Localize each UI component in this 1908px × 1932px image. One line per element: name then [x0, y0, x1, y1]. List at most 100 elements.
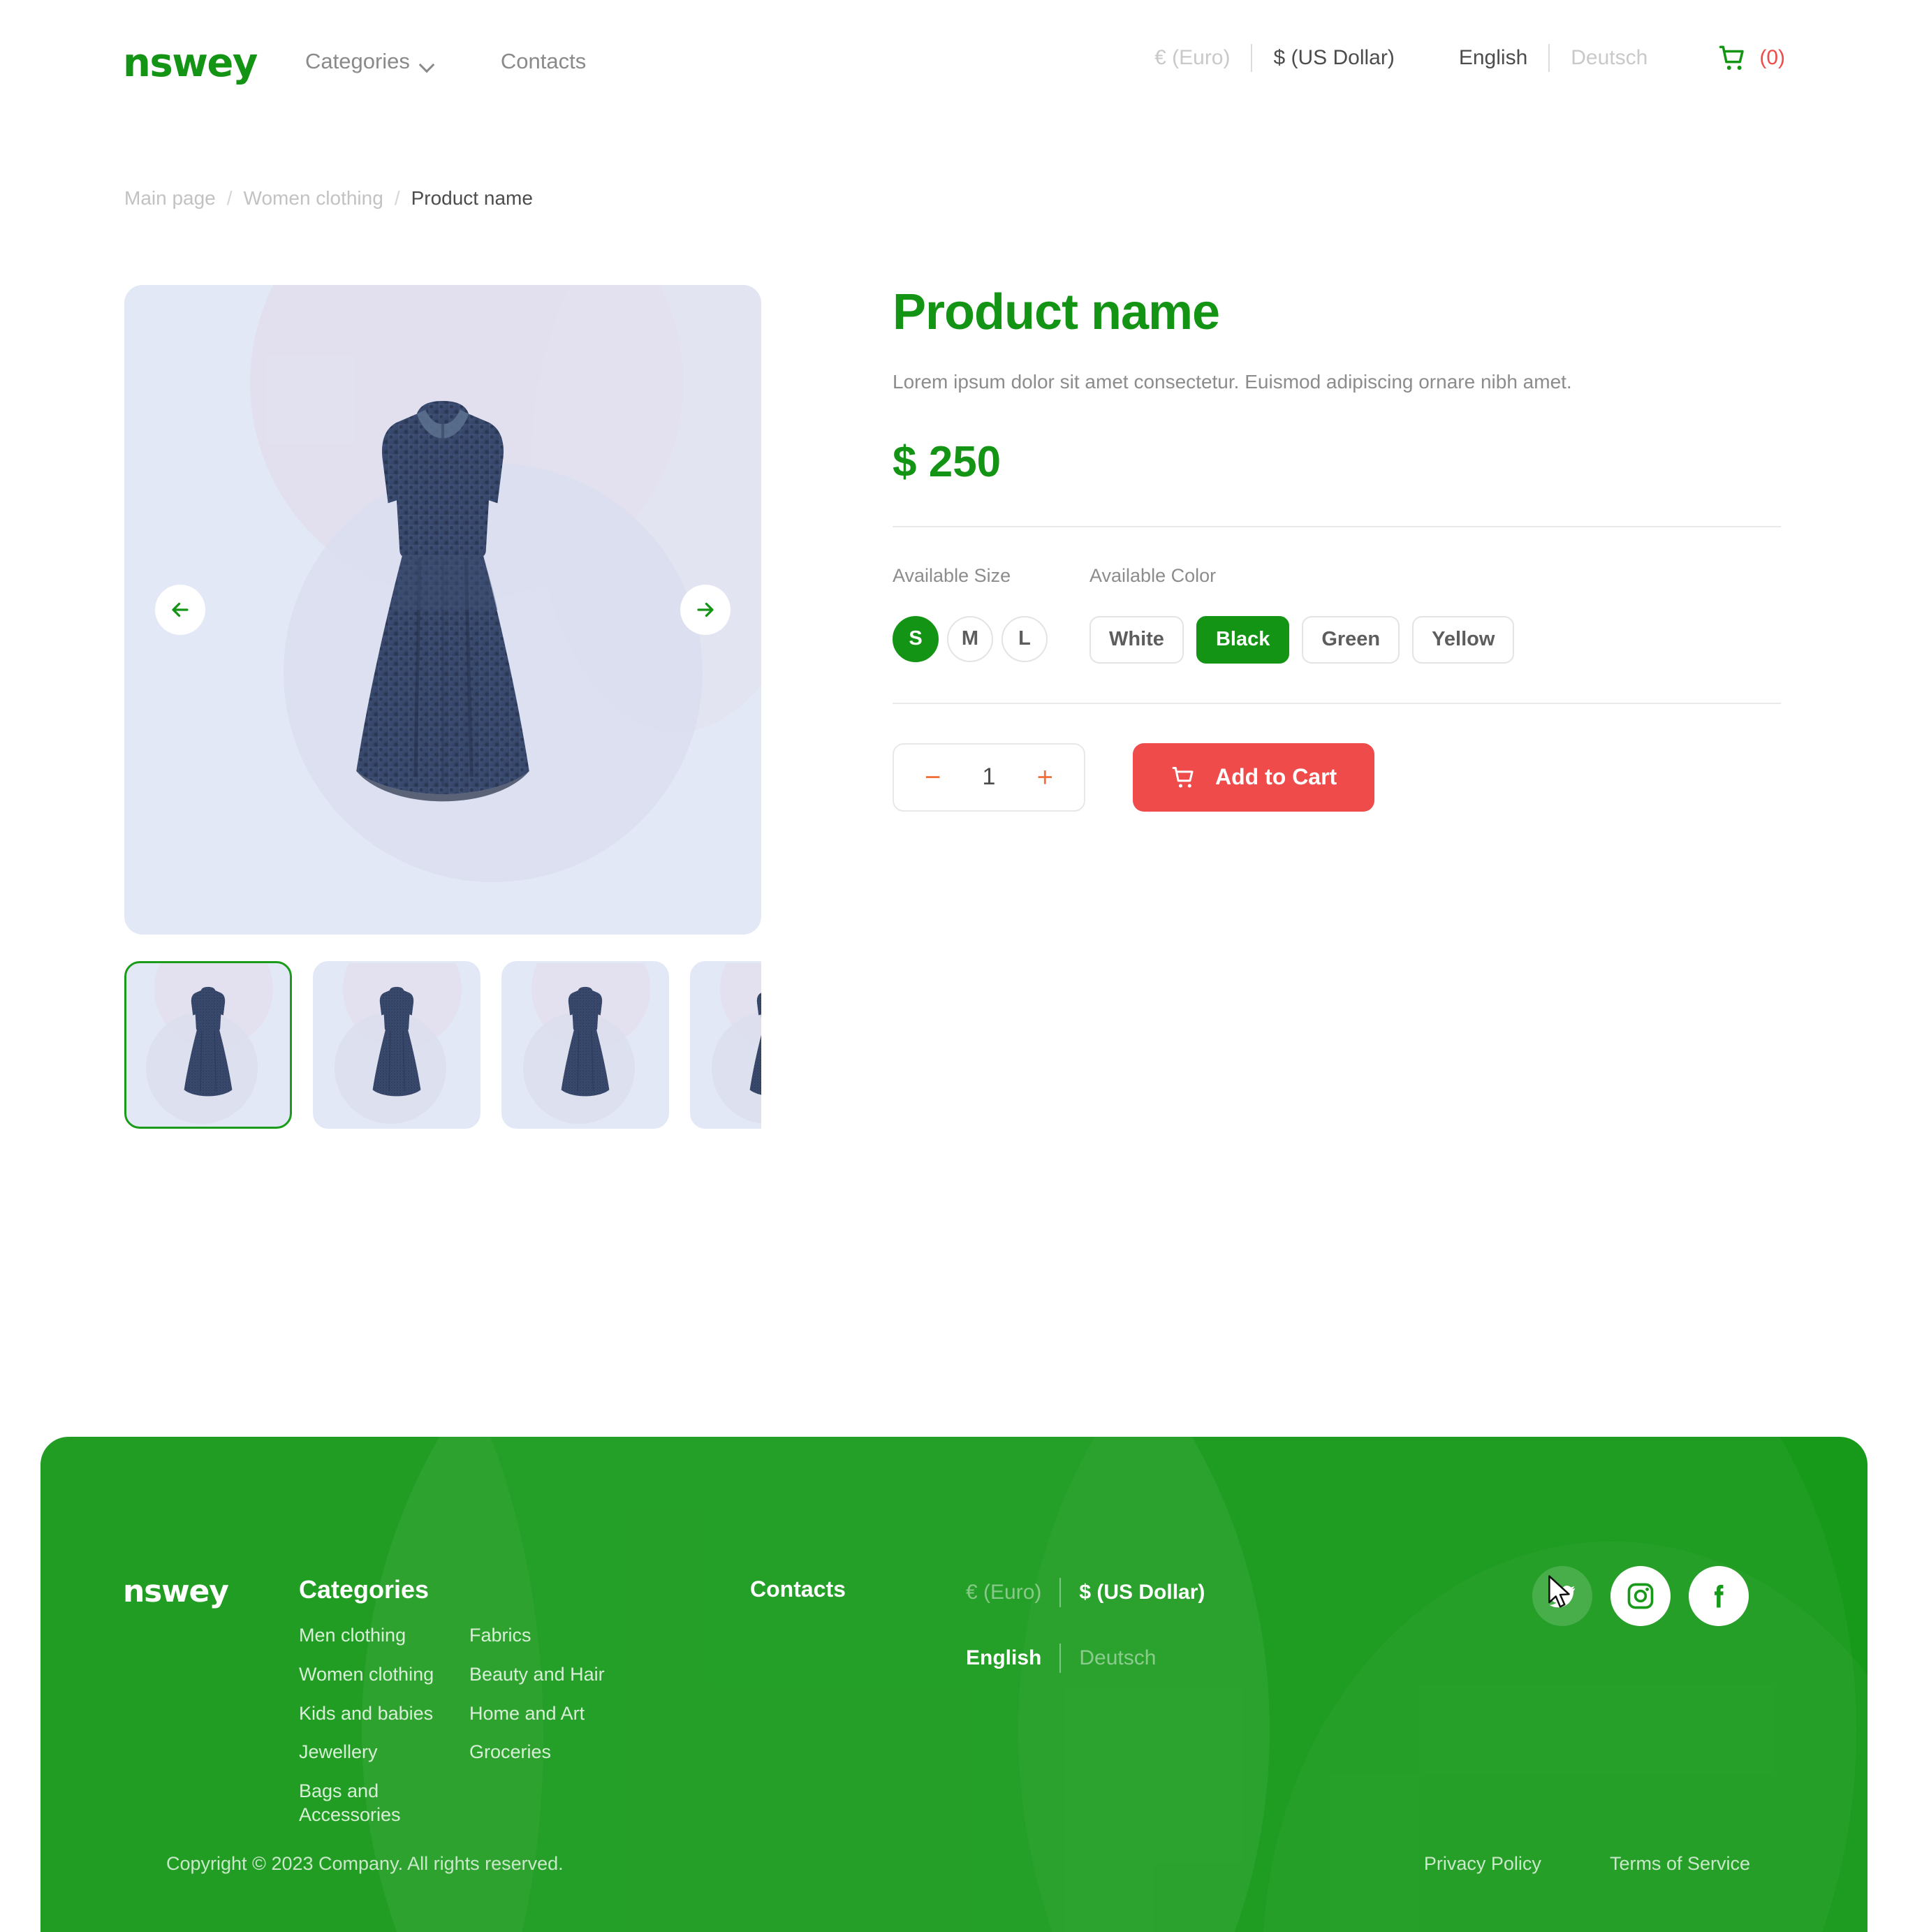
footer-currency-switcher: € (Euro) $ (US Dollar)	[966, 1578, 1205, 1607]
footer-language-option-deutsch[interactable]: Deutsch	[1079, 1646, 1156, 1670]
footer-language-option-english[interactable]: English	[966, 1646, 1041, 1670]
chevron-down-icon	[420, 59, 434, 67]
footer-link-terms-of-service[interactable]: Terms of Service	[1610, 1853, 1750, 1875]
footer-language-switcher: English Deutsch	[966, 1644, 1156, 1673]
gallery-prev-button[interactable]	[155, 585, 205, 635]
nav-item-categories-label: Categories	[305, 49, 410, 73]
color-chip-yellow[interactable]: Yellow	[1412, 615, 1515, 664]
footer-link-groceries[interactable]: Groceries	[469, 1741, 605, 1764]
instagram-icon	[1627, 1583, 1654, 1609]
footer-categories-column-1: Men clothing Women clothing Kids and bab…	[299, 1624, 469, 1827]
thumbnail-item[interactable]	[313, 961, 480, 1129]
thumbnail-item[interactable]	[501, 961, 669, 1129]
divider	[1059, 1644, 1062, 1673]
footer-link-kids-and-babies[interactable]: Kids and babies	[299, 1702, 446, 1726]
currency-switcher: € (Euro) $ (US Dollar)	[1154, 44, 1395, 72]
cart-button[interactable]: (0)	[1717, 43, 1785, 73]
color-selector: Available Color White Black Green Yellow	[1089, 565, 1527, 664]
footer-link-men-clothing[interactable]: Men clothing	[299, 1624, 446, 1648]
facebook-icon	[1714, 1585, 1724, 1608]
size-chip-s[interactable]: S	[893, 615, 939, 662]
size-chip-l[interactable]: L	[1001, 615, 1048, 662]
site-header: nswey Categories Contacts € (Euro) $ (US…	[0, 0, 1908, 130]
nav-item-categories[interactable]: Categories	[305, 49, 434, 74]
footer-link-jewellery[interactable]: Jewellery	[299, 1741, 446, 1764]
footer-content: nswey Categories Men clothing Women clot…	[41, 1437, 1867, 1932]
footer-currency-option-euro[interactable]: € (Euro)	[966, 1581, 1041, 1604]
breadcrumb-item-product-name: Product name	[411, 187, 533, 209]
social-twitter-button[interactable]	[1532, 1566, 1592, 1626]
add-to-cart-label: Add to Cart	[1215, 764, 1337, 790]
footer-currency-option-usd[interactable]: $ (US Dollar)	[1079, 1581, 1205, 1604]
language-switcher: English Deutsch	[1459, 44, 1648, 72]
color-chip-white[interactable]: White	[1089, 615, 1184, 664]
nav-item-contacts[interactable]: Contacts	[501, 49, 586, 74]
currency-option-euro[interactable]: € (Euro)	[1154, 46, 1230, 70]
purchase-controls: − 1 + Add to Cart	[893, 742, 1785, 812]
gallery-next-button[interactable]	[680, 585, 731, 635]
footer-link-contacts[interactable]: Contacts	[750, 1576, 846, 1602]
language-option-english[interactable]: English	[1459, 46, 1527, 70]
quantity-decrement-button[interactable]: −	[925, 763, 941, 791]
breadcrumb: Main page / Women clothing / Product nam…	[124, 187, 533, 210]
thumbnail-item[interactable]	[690, 961, 761, 1129]
footer-link-fabrics[interactable]: Fabrics	[469, 1624, 605, 1648]
footer-link-bags-and-accessories[interactable]: Bags and Accessories	[299, 1780, 446, 1827]
footer-logo[interactable]: nswey	[123, 1574, 229, 1609]
thumbnail-dress-image	[561, 986, 610, 1097]
footer-link-women-clothing[interactable]: Women clothing	[299, 1663, 446, 1687]
color-chips: White Black Green Yellow	[1089, 615, 1527, 664]
language-option-deutsch[interactable]: Deutsch	[1571, 46, 1648, 70]
size-chips: S M L	[893, 615, 1089, 662]
twitter-icon	[1549, 1586, 1576, 1608]
divider	[893, 702, 1781, 704]
social-facebook-button[interactable]	[1689, 1566, 1749, 1626]
product-main-image[interactable]	[124, 285, 761, 935]
divider	[893, 525, 1781, 527]
divider	[1059, 1578, 1062, 1607]
size-selector: Available Size S M L	[893, 565, 1089, 664]
currency-option-usd[interactable]: $ (US Dollar)	[1273, 46, 1394, 70]
cart-count: (0)	[1759, 46, 1785, 69]
add-to-cart-button[interactable]: Add to Cart	[1133, 742, 1375, 812]
product-options: Available Size S M L Available Color Whi…	[893, 565, 1785, 664]
product-description: Lorem ipsum dolor sit amet consectetur. …	[893, 371, 1572, 393]
arrow-right-icon	[697, 602, 714, 617]
footer-categories-column-2: Fabrics Beauty and Hair Home and Art Gro…	[469, 1624, 605, 1827]
breadcrumb-item-women-clothing[interactable]: Women clothing	[244, 187, 383, 210]
product-price: $ 250	[893, 437, 1001, 486]
thumbnail-dress-image	[372, 986, 421, 1097]
social-links	[1532, 1566, 1749, 1626]
quantity-value: 1	[982, 763, 996, 791]
thumbnail-item[interactable]	[124, 961, 292, 1129]
size-chip-m[interactable]: M	[947, 615, 993, 662]
footer-link-beauty-and-hair[interactable]: Beauty and Hair	[469, 1663, 605, 1687]
nav-item-contacts-label: Contacts	[500, 49, 587, 73]
color-chip-black[interactable]: Black	[1196, 615, 1290, 664]
footer-categories: Men clothing Women clothing Kids and bab…	[299, 1624, 605, 1827]
social-instagram-button[interactable]	[1610, 1566, 1671, 1626]
site-footer: nswey Categories Men clothing Women clot…	[41, 1437, 1867, 1932]
quantity-increment-button[interactable]: +	[1037, 763, 1053, 791]
thumbnail-dress-image	[749, 993, 761, 1095]
breadcrumb-item-main-page[interactable]: Main page	[124, 187, 216, 210]
product-gallery	[124, 285, 761, 1129]
arrow-left-icon	[172, 602, 189, 617]
footer-categories-heading: Categories	[299, 1575, 430, 1604]
divider	[1548, 44, 1550, 72]
quantity-stepper[interactable]: − 1 +	[893, 742, 1085, 812]
thumbnail-strip[interactable]	[124, 961, 761, 1129]
color-label: Available Color	[1089, 564, 1217, 586]
color-chip-green[interactable]: Green	[1302, 615, 1400, 664]
cart-icon	[1172, 766, 1194, 788]
main-nav: Categories Contacts	[305, 49, 586, 74]
footer-copyright: Copyright © 2023 Company. All rights res…	[166, 1853, 564, 1874]
cart-icon	[1719, 45, 1745, 70]
footer-link-privacy-policy[interactable]: Privacy Policy	[1424, 1853, 1541, 1875]
footer-link-home-and-art[interactable]: Home and Art	[469, 1702, 605, 1726]
product-info: Product name Lorem ipsum dolor sit amet …	[893, 284, 1785, 812]
footer-legal-links: Privacy Policy Terms of Service	[1424, 1853, 1750, 1875]
divider	[1251, 44, 1253, 72]
breadcrumb-separator: /	[394, 187, 400, 209]
site-logo[interactable]: nswey	[123, 41, 258, 86]
